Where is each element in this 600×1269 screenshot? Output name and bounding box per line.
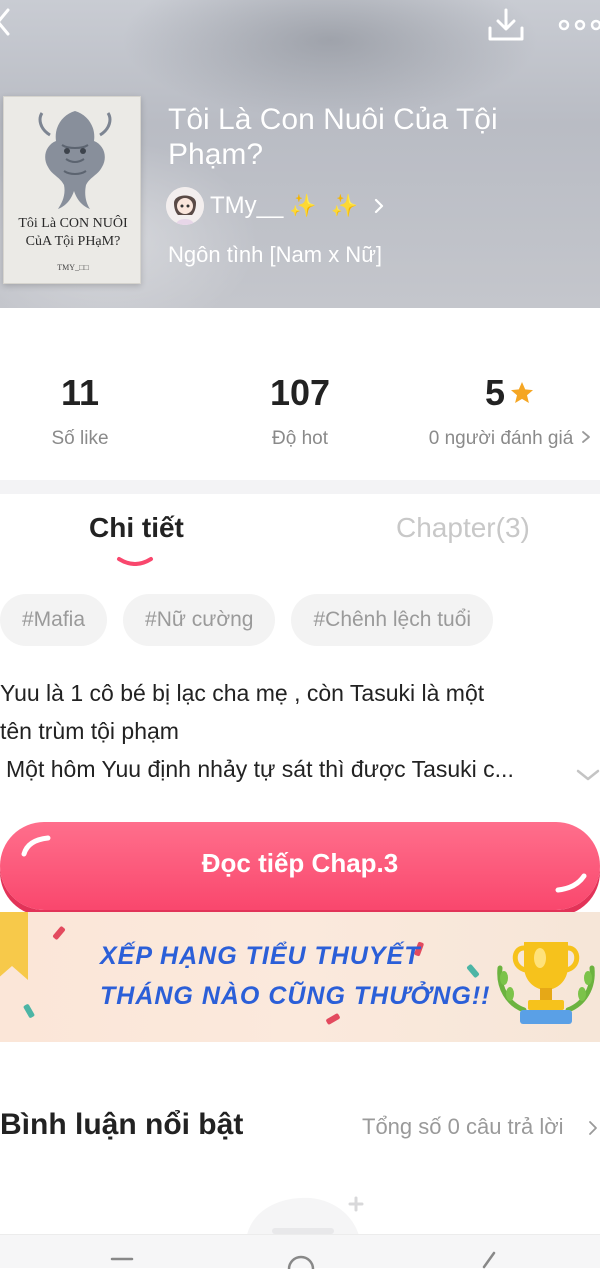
book-title: Tôi Là Con Nuôi Của Tội Phạm? [168,103,498,171]
section-divider [0,480,600,494]
comments-count[interactable]: Tổng số 0 câu trả lời [362,1114,564,1140]
continue-reading-button[interactable]: Đọc tiếp Chap.3 [0,822,600,910]
stat-hot: 107 Độ hot [240,308,360,450]
likes-label: Số like [51,428,109,449]
description-line: Yuu là 1 cô bé bị lạc cha mẹ , còn Tasuk… [0,680,485,706]
chevron-right-icon [375,198,384,214]
home-icon[interactable] [286,1251,316,1269]
tag-chip[interactable]: #Nữ cường [123,594,276,646]
comments-title: Bình luận nổi bật [0,1108,244,1141]
stats-panel: 11 Số like 107 Độ hot 5 0 người đánh giá [0,308,600,480]
cover-title: Tôi Là CON NUÔI CủA Tội PHạM? [18,216,128,249]
rating-label: 0 người đánh giá [428,428,574,449]
description-line: Một hôm Yuu định nhảy tự sát thì được Ta… [6,756,514,782]
chevron-right-icon[interactable] [588,1120,598,1136]
continue-reading-label: Đọc tiếp Chap.3 [201,848,399,878]
sparkles-icon: ✨ ✨ [289,193,363,218]
tab-bar: Chi tiết Chapter(3) [0,494,600,574]
book-description: Yuu là 1 cô bé bị lạc cha mẹ , còn Tasuk… [0,674,580,788]
hot-count: 107 [269,372,331,413]
confetti [325,1012,341,1026]
book-header: Tôi Là CON NUÔI CủA Tội PHạM? TMY_□□ Tôi… [0,0,600,308]
banner-subline: THÁNG NÀO CŨNG THƯỞNG!! [100,982,491,1010]
menu-icon[interactable] [110,1255,134,1269]
stat-rating[interactable]: 5 0 người đánh giá [420,308,600,450]
chevron-right-icon [582,431,591,443]
likes-count: 11 [60,372,100,413]
tag-chip[interactable]: #Chênh lệch tuổi [291,594,494,646]
author-row[interactable]: TMy__ ✨ ✨ [166,186,386,226]
avatar [166,187,204,225]
dragon-illustration [38,111,112,209]
ranking-banner[interactable]: XẾP HẠNG TIỂU THUYẾT THÁNG NÀO CŨNG THƯỞ… [0,912,600,1042]
empty-comments-illustration [246,1196,364,1240]
banner-headline: XẾP HẠNG TIỂU THUYẾT [100,942,421,970]
cover-author: TMY_□□ [57,263,89,272]
rating-value-row: 5 [420,372,600,414]
more-icon[interactable] [556,16,600,34]
book-cover[interactable]: Tôi Là CON NUÔI CủA Tội PHạM? TMY_□□ [3,96,141,284]
back-icon[interactable] [0,6,18,40]
rating-label-row[interactable]: 0 người đánh giá [420,428,600,450]
confetti [52,925,66,941]
tag-chip[interactable]: #Mafia [0,594,108,646]
author-name[interactable]: TMy__ [210,192,283,220]
trophy-icon [497,942,595,1024]
star-icon [511,382,534,403]
tab-detail[interactable]: Chi tiết [89,512,184,544]
tab-chapter[interactable]: Chapter(3) [396,512,530,544]
expand-chevron-down-icon[interactable] [575,768,600,782]
ribbon-icon [0,912,28,980]
tag-list: #Mafia #Nữ cường #Chênh lệch tuổi [0,594,509,646]
active-tab-indicator [117,557,153,566]
book-genre: Ngôn tình [Nam x Nữ] [168,242,383,267]
description-line: tên trùm tội phạm [0,718,179,744]
rating-value: 5 [484,372,506,413]
stat-likes: 11 Số like [20,308,140,450]
confetti [22,1003,36,1019]
download-icon[interactable] [486,6,526,44]
hot-label: Độ hot [272,428,328,449]
bottom-toolbar [0,1234,600,1269]
confetti [466,963,480,979]
back-nav-icon[interactable] [478,1249,498,1269]
